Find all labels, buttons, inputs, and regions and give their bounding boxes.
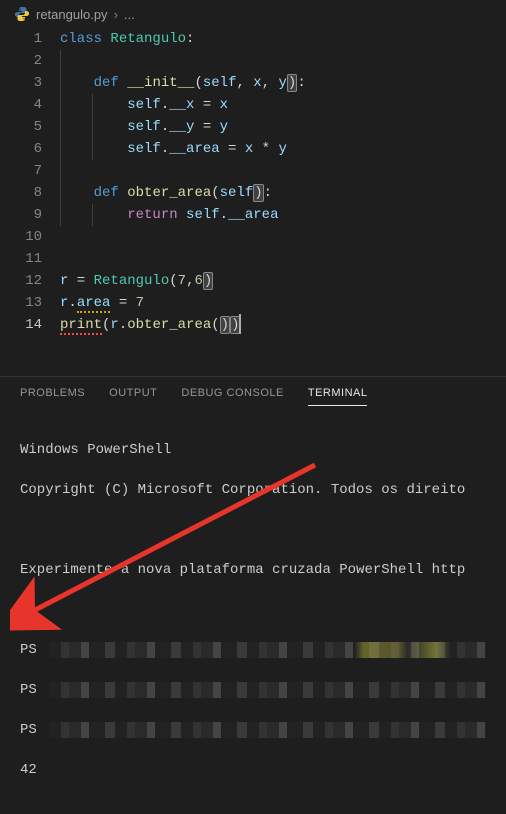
line-number: 2 (0, 50, 42, 72)
panel-tabs: PROBLEMS OUTPUT DEBUG CONSOLE TERMINAL (0, 376, 506, 406)
redacted-path (49, 722, 486, 738)
text-cursor (239, 314, 241, 334)
code-line[interactable] (60, 248, 506, 270)
line-number: 1 (0, 28, 42, 50)
code-line[interactable]: print(r.obter_area()) (60, 314, 506, 336)
line-number: 10 (0, 226, 42, 248)
line-number: 6 (0, 138, 42, 160)
chevron-right-icon: › (114, 7, 118, 22)
terminal-output: 42 (20, 760, 486, 780)
line-number: 14 (0, 314, 42, 336)
line-number: 8 (0, 182, 42, 204)
code-line[interactable]: self.__area = x * y (60, 138, 506, 160)
terminal-line: Experimente a nova plataforma cruzada Po… (20, 560, 486, 580)
breadcrumb[interactable]: retangulo.py › ... (0, 0, 506, 28)
line-number: 13 (0, 292, 42, 314)
terminal-panel[interactable]: Windows PowerShell Copyright (C) Microso… (0, 406, 506, 814)
tab-problems[interactable]: PROBLEMS (20, 387, 85, 406)
code-line[interactable] (60, 226, 506, 248)
terminal-line: PS (20, 720, 486, 740)
redacted-path (49, 642, 486, 658)
terminal-line: Windows PowerShell (20, 440, 486, 460)
terminal-line: PS (20, 640, 486, 660)
line-number: 11 (0, 248, 42, 270)
terminal-line: Copyright (C) Microsoft Corporation. Tod… (20, 480, 486, 500)
code-line[interactable]: def __init__(self, x, y): (60, 72, 506, 94)
line-number: 5 (0, 116, 42, 138)
code-line[interactable]: r = Retangulo(7,6) (60, 270, 506, 292)
line-number: 3 (0, 72, 42, 94)
breadcrumb-filename[interactable]: retangulo.py (36, 7, 108, 22)
tab-output[interactable]: OUTPUT (109, 387, 157, 406)
python-file-icon (14, 6, 30, 22)
code-line[interactable] (60, 50, 506, 72)
code-line[interactable]: r.area = 7 (60, 292, 506, 314)
line-number-gutter: 1 2 3 4 5 6 7 8 9 10 11 12 13 14 (0, 28, 60, 336)
code-line[interactable]: return self.__area (60, 204, 506, 226)
redacted-path (49, 682, 486, 698)
code-editor[interactable]: 1 2 3 4 5 6 7 8 9 10 11 12 13 14 class R… (0, 28, 506, 336)
terminal-line (20, 600, 486, 620)
code-line[interactable]: self.__x = x (60, 94, 506, 116)
line-number: 9 (0, 204, 42, 226)
line-number: 4 (0, 94, 42, 116)
breadcrumb-overflow[interactable]: ... (124, 7, 135, 22)
terminal-line: PS (20, 680, 486, 700)
code-content[interactable]: class Retangulo: def __init__(self, x, y… (60, 28, 506, 336)
terminal-line (20, 520, 486, 540)
code-line[interactable] (60, 160, 506, 182)
tab-debug-console[interactable]: DEBUG CONSOLE (181, 387, 283, 406)
code-line[interactable]: self.__y = y (60, 116, 506, 138)
line-number: 7 (0, 160, 42, 182)
line-number: 12 (0, 270, 42, 292)
tab-terminal[interactable]: TERMINAL (308, 387, 368, 406)
code-line[interactable]: def obter_area(self): (60, 182, 506, 204)
code-line[interactable]: class Retangulo: (60, 28, 506, 50)
